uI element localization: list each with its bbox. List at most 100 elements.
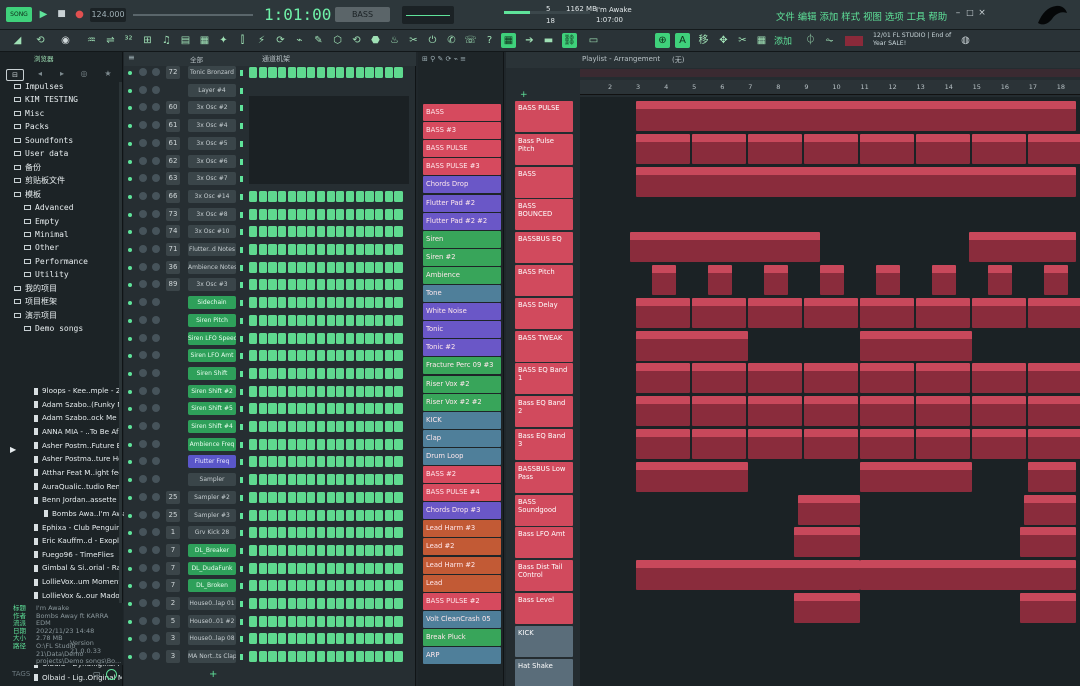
step-button[interactable] — [316, 580, 326, 592]
step-button[interactable] — [355, 279, 364, 291]
step-button[interactable] — [394, 598, 403, 609]
step-button[interactable] — [384, 651, 393, 663]
channel-name-button[interactable]: Siren Shift #5 — [188, 402, 236, 416]
tool-icon-20[interactable]: ✆ — [444, 33, 459, 48]
step-button[interactable] — [307, 367, 316, 379]
step-button[interactable] — [365, 509, 374, 521]
step-sequencer[interactable] — [249, 421, 409, 432]
channel-pan-knob-icon[interactable] — [139, 191, 147, 200]
browser-file[interactable]: Asher Postma..ture House — [34, 453, 122, 466]
step-button[interactable] — [365, 190, 374, 202]
step-button[interactable] — [326, 562, 335, 574]
channel-volume-knob-icon[interactable] — [152, 315, 160, 324]
step-button[interactable] — [249, 297, 258, 309]
playlist-clip[interactable]: BASS PULSE — [636, 101, 1076, 131]
playlist-clip[interactable]: BASS EQ Band 3 — [636, 429, 690, 459]
minimize-button[interactable]: – — [953, 8, 963, 20]
step-button[interactable] — [307, 580, 316, 592]
step-button[interactable] — [345, 190, 355, 202]
browser-scrollbar[interactable] — [119, 82, 122, 642]
channel-mute-led[interactable] — [128, 460, 132, 465]
step-button[interactable] — [307, 297, 316, 309]
channel-pan-knob-icon[interactable] — [139, 439, 147, 448]
step-button[interactable] — [249, 403, 258, 415]
playlist-track-header[interactable]: BASS BOUNCED — [515, 199, 573, 231]
step-button[interactable] — [268, 403, 277, 415]
step-button[interactable] — [394, 279, 403, 291]
channel-mute-led[interactable] — [128, 248, 132, 252]
step-button[interactable] — [336, 509, 345, 521]
step-button[interactable] — [345, 474, 355, 486]
playlist-clip[interactable]: BASS EQ Band 1 — [636, 363, 690, 394]
step-button[interactable] — [326, 385, 335, 397]
step-button[interactable] — [287, 350, 297, 362]
mixer-track-button[interactable]: Siren — [423, 230, 501, 248]
channel-mute-led[interactable] — [128, 301, 132, 306]
step-sequencer[interactable] — [249, 580, 409, 592]
channel-name-button[interactable]: 3x Osc #8 — [188, 207, 236, 221]
step-button[interactable] — [287, 651, 297, 663]
step-button[interactable] — [355, 350, 364, 362]
channel-name-button[interactable]: Layer #4 — [188, 83, 236, 97]
playlist-clip[interactable]: BASS Delay — [1028, 297, 1080, 328]
browser-folder[interactable]: Minimal — [24, 228, 120, 241]
step-button[interactable] — [316, 615, 326, 627]
channel-volume-knob-icon[interactable] — [152, 333, 160, 342]
channel-pan-knob-icon[interactable] — [139, 227, 147, 236]
mixer-track-button[interactable]: Drum Loop — [423, 447, 501, 465]
tool-icon-13[interactable]: ✎ — [311, 33, 326, 48]
step-button[interactable] — [287, 190, 297, 202]
step-button[interactable] — [355, 562, 364, 574]
step-button[interactable] — [394, 580, 403, 592]
channel-name-button[interactable]: Sampler — [188, 473, 236, 487]
step-button[interactable] — [278, 509, 287, 521]
globe-icon[interactable]: ◍ — [958, 33, 973, 48]
channel-name-button[interactable]: Siren Shift — [188, 366, 236, 380]
step-button[interactable] — [258, 562, 267, 574]
tool-icon-26[interactable]: ⊕ — [655, 33, 670, 48]
step-button[interactable] — [355, 456, 364, 468]
step-button[interactable] — [297, 403, 306, 415]
channel-pan-knob-icon[interactable] — [139, 262, 147, 271]
channel-pan-knob-icon[interactable] — [139, 138, 147, 147]
step-button[interactable] — [336, 598, 345, 609]
step-button[interactable] — [336, 456, 345, 468]
step-button[interactable] — [326, 297, 335, 309]
step-button[interactable] — [326, 261, 335, 273]
channel-volume-knob-icon[interactable] — [152, 545, 160, 554]
step-button[interactable] — [355, 580, 364, 592]
channel-mute-led[interactable] — [128, 265, 132, 270]
step-button[interactable] — [384, 527, 393, 539]
channel-volume-knob-icon[interactable] — [152, 245, 160, 253]
step-sequencer[interactable] — [249, 509, 409, 521]
step-button[interactable] — [374, 544, 384, 556]
step-sequencer[interactable] — [249, 403, 409, 415]
step-button[interactable] — [355, 385, 364, 397]
channel-pan-knob-icon[interactable] — [139, 475, 147, 484]
step-sequencer[interactable] — [249, 332, 409, 344]
channel-volume-knob-icon[interactable] — [152, 156, 160, 165]
step-button[interactable] — [394, 509, 403, 521]
play-button[interactable]: ▶ — [36, 7, 51, 22]
playlist-track-header[interactable]: Bass EQ Band 2 — [515, 396, 573, 428]
step-button[interactable] — [249, 367, 258, 379]
channel-select-led[interactable] — [240, 282, 243, 289]
channel-select-led[interactable] — [240, 87, 243, 94]
step-button[interactable] — [355, 509, 364, 521]
step-button[interactable] — [307, 651, 316, 663]
step-button[interactable] — [258, 67, 267, 78]
step-button[interactable] — [326, 598, 335, 609]
step-button[interactable] — [336, 527, 345, 539]
tool-icon-22[interactable]: ▦ — [501, 33, 516, 48]
channel-pan-knob-icon[interactable] — [139, 280, 147, 289]
channel-mixer-track[interactable]: 25 — [166, 490, 180, 504]
step-button[interactable] — [258, 244, 267, 255]
step-button[interactable] — [365, 244, 374, 255]
step-button[interactable] — [336, 208, 345, 220]
channel-pan-knob-icon[interactable] — [139, 492, 147, 501]
channel-name-button[interactable]: Flutter Freq — [188, 455, 236, 469]
step-button[interactable] — [297, 544, 306, 556]
channel-name-button[interactable]: Sidechain — [188, 296, 236, 310]
step-button[interactable] — [268, 367, 277, 379]
channel-mute-led[interactable] — [128, 478, 132, 483]
